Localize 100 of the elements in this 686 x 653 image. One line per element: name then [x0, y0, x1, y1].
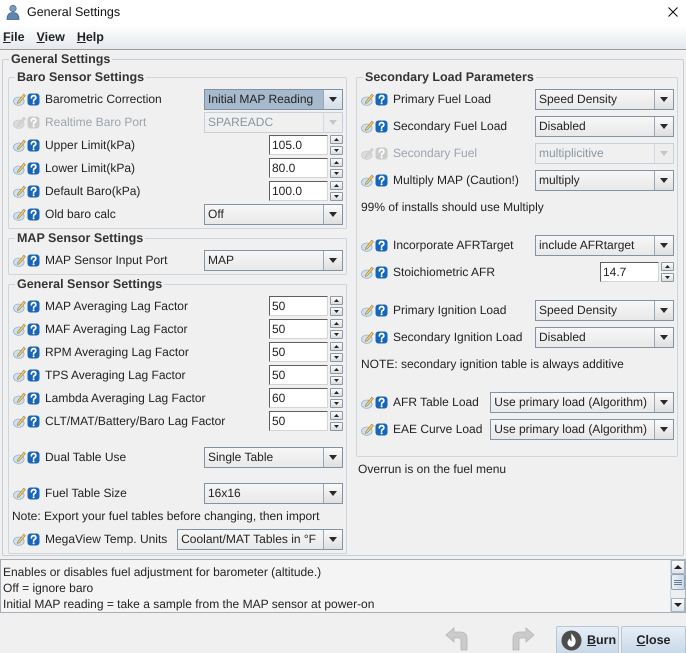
pencil-icon[interactable]: [361, 304, 374, 316]
help-icon[interactable]: [375, 304, 388, 316]
dropdown[interactable]: Speed Density: [535, 300, 674, 320]
help-icon[interactable]: [375, 120, 388, 132]
pencil-icon[interactable]: [13, 254, 26, 266]
spin-down-button[interactable]: [330, 330, 343, 339]
spin-up-button[interactable]: [330, 135, 343, 144]
help-icon[interactable]: [375, 330, 388, 344]
help-icon[interactable]: [375, 266, 388, 278]
spin-down-button[interactable]: [330, 376, 343, 385]
scroll-down-button[interactable]: [671, 598, 685, 612]
pencil-icon[interactable]: [361, 120, 374, 132]
help-icon[interactable]: [27, 184, 40, 198]
pencil-icon[interactable]: [13, 346, 26, 358]
pencil-icon[interactable]: [13, 92, 26, 106]
dropdown[interactable]: Disabled: [535, 116, 674, 136]
scroll-up-button[interactable]: [671, 560, 685, 574]
spin-down-button[interactable]: [330, 422, 343, 431]
dropdown[interactable]: Speed Density: [535, 88, 674, 110]
pencil-icon[interactable]: [13, 300, 26, 312]
pencil-icon[interactable]: [361, 396, 374, 408]
spin-up-button[interactable]: [330, 342, 343, 351]
dropdown[interactable]: Use primary load (Algorithm): [490, 392, 674, 412]
close-button[interactable]: Close: [621, 626, 686, 653]
help-icon[interactable]: [27, 532, 40, 546]
number-field[interactable]: 50: [269, 342, 328, 362]
spin-down-button[interactable]: [661, 273, 674, 282]
number-field[interactable]: 100.0: [269, 181, 328, 201]
help-icon[interactable]: [27, 208, 40, 220]
number-field[interactable]: 50: [269, 296, 328, 316]
close-icon[interactable]: [668, 7, 678, 17]
help-icon[interactable]: [375, 174, 388, 186]
pencil-icon[interactable]: [13, 208, 26, 220]
pencil-icon[interactable]: [13, 368, 26, 382]
pencil-icon[interactable]: [361, 330, 374, 344]
spin-down-button[interactable]: [330, 353, 343, 362]
menu-item[interactable]: View: [36, 30, 65, 44]
spin-up-button[interactable]: [330, 158, 343, 167]
spin-up-button[interactable]: [330, 296, 343, 305]
burn-button[interactable]: Burn: [556, 626, 619, 653]
pencil-icon[interactable]: [13, 414, 26, 428]
help-icon[interactable]: [375, 422, 388, 436]
help-icon[interactable]: [27, 254, 40, 266]
help-icon[interactable]: [27, 346, 40, 358]
dropdown[interactable]: 16x16: [204, 482, 343, 504]
pencil-icon[interactable]: [361, 266, 374, 278]
pencil-icon[interactable]: [361, 422, 374, 436]
dropdown[interactable]: Off: [204, 204, 343, 224]
pencil-icon[interactable]: [13, 450, 26, 464]
spin-up-button[interactable]: [330, 319, 343, 328]
help-icon[interactable]: [375, 92, 388, 106]
spin-down-button[interactable]: [330, 146, 343, 155]
spin-up-button[interactable]: [330, 388, 343, 397]
help-icon[interactable]: [27, 138, 40, 152]
help-icon[interactable]: [27, 414, 40, 428]
spin-down-button[interactable]: [330, 399, 343, 408]
dropdown[interactable]: Disabled: [535, 326, 674, 348]
dropdown[interactable]: Initial MAP Reading: [204, 88, 343, 110]
dropdown[interactable]: MAP: [204, 250, 343, 270]
help-icon[interactable]: [27, 450, 40, 464]
spin-up-button[interactable]: [330, 365, 343, 374]
dropdown[interactable]: multiply: [535, 170, 674, 190]
pencil-icon[interactable]: [13, 486, 26, 500]
spin-up-button[interactable]: [330, 411, 343, 420]
pencil-icon[interactable]: [13, 184, 26, 198]
scrollbar-thumb[interactable]: [671, 574, 685, 590]
menu-item[interactable]: File: [3, 30, 25, 44]
pencil-icon[interactable]: [13, 162, 26, 174]
number-field[interactable]: 60: [269, 388, 328, 408]
dropdown[interactable]: include AFRtarget: [535, 234, 674, 256]
help-icon[interactable]: [27, 486, 40, 500]
help-icon[interactable]: [375, 396, 388, 408]
number-field[interactable]: 105.0: [269, 135, 328, 155]
number-field[interactable]: 50: [269, 319, 328, 339]
number-field[interactable]: 50: [269, 365, 328, 385]
help-icon[interactable]: [27, 322, 40, 336]
help-icon[interactable]: [27, 162, 40, 174]
number-field[interactable]: 80.0: [269, 158, 328, 178]
spin-down-button[interactable]: [330, 307, 343, 316]
help-icon[interactable]: [375, 238, 388, 252]
pencil-icon[interactable]: [361, 238, 374, 252]
menu-item[interactable]: Help: [76, 30, 104, 44]
pencil-icon[interactable]: [361, 174, 374, 186]
dropdown[interactable]: Coolant/MAT Tables in °F: [177, 528, 343, 550]
pencil-icon[interactable]: [13, 392, 26, 404]
spin-up-button[interactable]: [661, 262, 674, 271]
help-icon[interactable]: [27, 92, 40, 106]
pencil-icon[interactable]: [13, 532, 26, 546]
number-field[interactable]: 14.7: [600, 262, 659, 282]
dropdown[interactable]: Single Table: [204, 446, 343, 468]
help-icon[interactable]: [27, 368, 40, 382]
pencil-icon[interactable]: [361, 92, 374, 106]
help-icon[interactable]: [27, 392, 40, 404]
dropdown[interactable]: Use primary load (Algorithm): [490, 418, 674, 440]
spin-up-button[interactable]: [330, 181, 343, 190]
number-field[interactable]: 50: [269, 411, 328, 431]
spin-down-button[interactable]: [330, 169, 343, 178]
pencil-icon[interactable]: [13, 322, 26, 336]
spin-down-button[interactable]: [330, 192, 343, 201]
pencil-icon[interactable]: [13, 138, 26, 152]
